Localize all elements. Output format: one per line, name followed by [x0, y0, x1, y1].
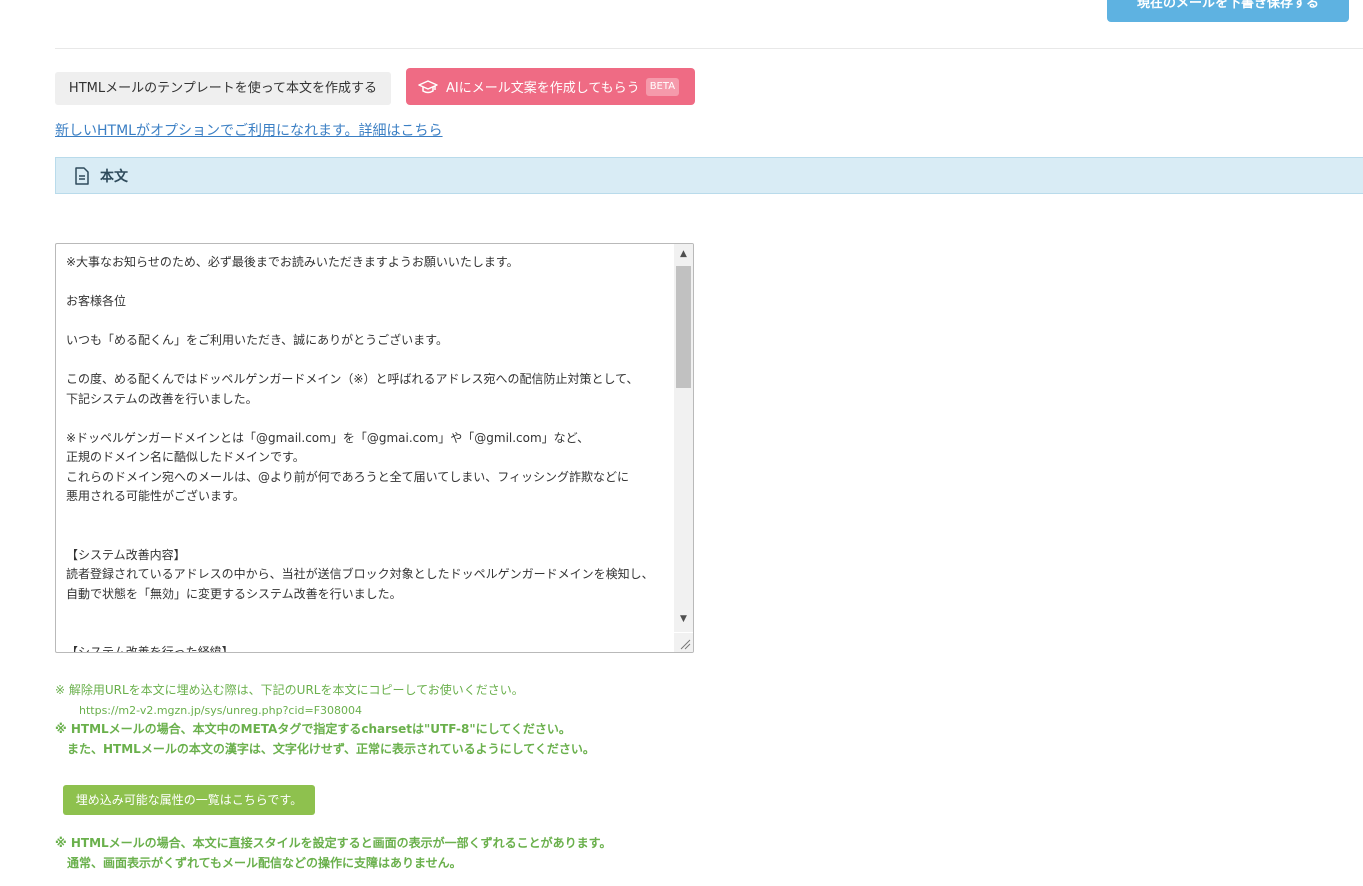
- mail-body-textarea[interactable]: ※大事なお知らせのため、必ず最後までお読みいただきますようお願いいたします。 お…: [55, 243, 694, 653]
- graduation-cap-icon: [418, 78, 438, 96]
- save-draft-button[interactable]: 現在のメールを下書き保存する: [1107, 0, 1349, 22]
- kanji-note: また、HTMLメールの本文の漢字は、文字化けせず、正常に表示されているようにして…: [67, 741, 595, 756]
- style-note-2: 通常、画面表示がくずれてもメール配信などの操作に支障はありません。: [67, 855, 462, 870]
- notes-block: ※ 解除用URLを本文に埋め込む際は、下記のURLを本文にコピーしてお使いくださ…: [55, 681, 595, 759]
- unsubscribe-note: ※ 解除用URLを本文に埋め込む際は、下記のURLを本文にコピーしてお使いくださ…: [55, 683, 524, 697]
- section-title: 本文: [100, 168, 128, 185]
- html-template-button[interactable]: HTMLメールのテンプレートを使って本文を作成する: [55, 72, 391, 105]
- attributes-list-button[interactable]: 埋め込み可能な属性の一覧はこちらです。: [63, 785, 315, 815]
- style-notes-block: ※ HTMLメールの場合、本文に直接スタイルを設定すると画面の表示が一部くずれる…: [55, 834, 611, 873]
- ai-compose-label: AIにメール文案を作成してもらう: [446, 81, 640, 96]
- body-section-header: 本文: [55, 157, 1363, 194]
- unsubscribe-url: https://m2-v2.mgzn.jp/sys/unreg.php?cid=…: [79, 703, 363, 717]
- beta-badge: BETA: [645, 77, 680, 96]
- resize-handle-icon[interactable]: [674, 633, 693, 652]
- scroll-thumb[interactable]: [676, 266, 691, 388]
- scroll-down-arrow-icon[interactable]: ▼: [674, 609, 693, 629]
- mail-body-text: ※大事なお知らせのため、必ず最後までお読みいただきますようお願いいたします。 お…: [66, 255, 654, 653]
- page: 現在のメールを下書き保存する HTMLメールのテンプレートを使って本文を作成する…: [0, 0, 1363, 886]
- divider: [55, 48, 1363, 49]
- charset-note: ※ HTMLメールの場合、本文中のMETAタグで指定するcharsetは"UTF…: [55, 722, 571, 736]
- style-note: ※ HTMLメールの場合、本文に直接スタイルを設定すると画面の表示が一部くずれる…: [55, 836, 612, 850]
- document-icon: [74, 166, 90, 185]
- html-option-details-link[interactable]: 新しいHTMLがオプションでご利用になれます。詳細はこちら: [55, 120, 443, 140]
- ai-compose-button[interactable]: AIにメール文案を作成してもらう BETA: [406, 68, 695, 105]
- scroll-up-arrow-icon[interactable]: ▲: [674, 244, 693, 264]
